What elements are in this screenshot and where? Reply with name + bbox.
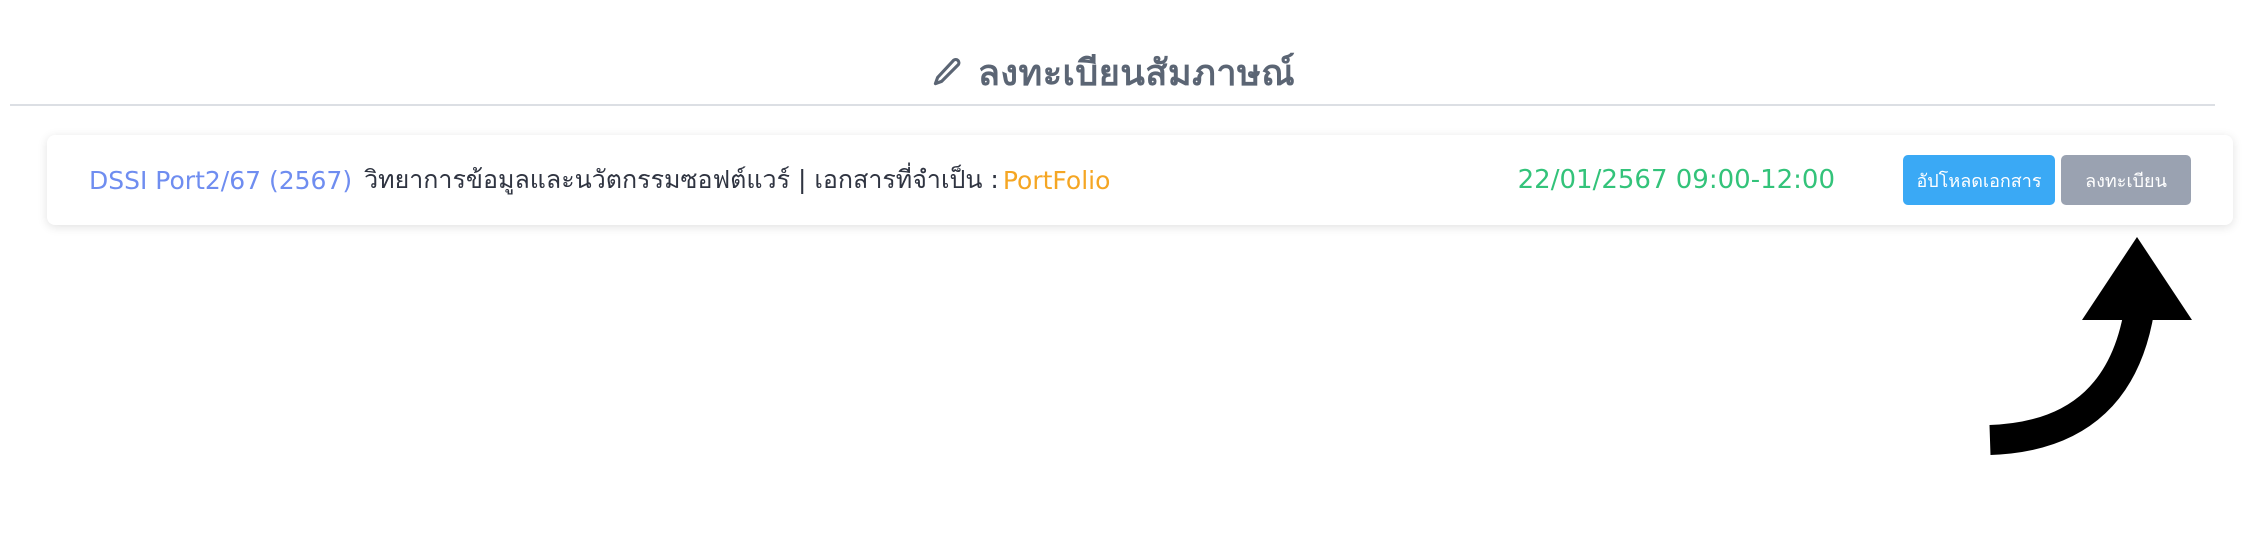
- interview-slot-row: DSSI Port2/67 (2567) วิทยาการข้อมูลและนว…: [47, 135, 2233, 225]
- required-documents-label: เอกสารที่จำเป็น :: [814, 165, 999, 194]
- upload-documents-button[interactable]: อัปโหลดเอกสาร: [1903, 155, 2055, 205]
- register-button[interactable]: ลงทะเบียน: [2061, 155, 2191, 205]
- page-header: ลงทะเบียนสัมภาษณ์: [10, 40, 2215, 106]
- page-title: ลงทะเบียนสัมภาษณ์: [977, 52, 1296, 94]
- required-documents-value: PortFolio: [1002, 165, 1111, 195]
- interview-registration-page: ลงทะเบียนสัมภาษณ์ DSSI Port2/67 (2567) ว…: [0, 0, 2245, 550]
- interview-datetime: 22/01/2567 09:00-12:00: [1517, 165, 1835, 195]
- pointer-arrow-icon: [1989, 237, 2192, 455]
- course-name: วิทยาการข้อมูลและนวัตกรรมซอฟต์แวร์ |: [364, 165, 807, 194]
- course-code: DSSI Port2/67 (2567): [89, 165, 353, 195]
- pencil-icon: [930, 55, 964, 89]
